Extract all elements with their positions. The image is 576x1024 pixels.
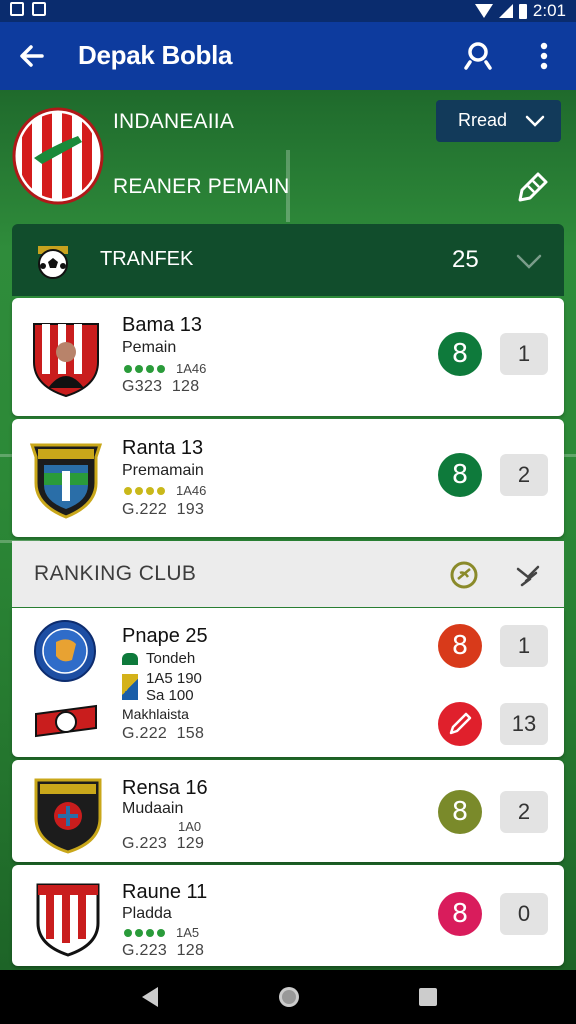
- status-bar: 2:01: [0, 0, 576, 22]
- transfer-count: 25: [452, 246, 479, 273]
- team-logo: [12, 107, 104, 205]
- player-role: Pemain: [122, 339, 177, 356]
- nav-home-icon[interactable]: [276, 984, 302, 1010]
- dropdown-label: Rread: [458, 110, 508, 130]
- team-subtitle: REANER PEMAIN: [113, 175, 290, 198]
- club-line: 1A5 190 Sa 100: [122, 670, 202, 704]
- club-meta: G.223 128: [122, 942, 205, 959]
- search-icon[interactable]: [460, 38, 496, 74]
- club-card[interactable]: Pnape 25 Tondeh 1A5 190 Sa 100 Makhlaist…: [12, 608, 564, 757]
- club-stats: 1A0: [178, 819, 202, 834]
- player-meta: G323 128: [122, 378, 200, 395]
- soccer-ball-icon: [38, 246, 68, 279]
- notification-icon: [32, 2, 46, 16]
- status-time: 2:01: [532, 1, 566, 20]
- transfer-label: TRANFEK: [100, 248, 194, 270]
- club-stats: 1A5: [124, 925, 199, 940]
- chevron-down-icon: [525, 115, 545, 127]
- club-extra: Makhlaista: [122, 706, 189, 722]
- rank-number: 0: [500, 893, 548, 935]
- transfer-section-header[interactable]: TRANFEK 25: [12, 224, 564, 296]
- wifi-icon: [474, 4, 493, 18]
- player-meta: G.222 193: [122, 501, 205, 518]
- club-name: Pnape 25: [122, 625, 208, 647]
- nav-recents-icon[interactable]: [416, 984, 440, 1010]
- system-nav-bar: [0, 970, 576, 1024]
- club-crest-icon: [33, 323, 99, 398]
- target-icon[interactable]: [448, 559, 480, 591]
- battery-icon: [518, 3, 527, 19]
- club-card[interactable]: Rensa 16 Mudaain 1A0 G.223 129 8 2: [12, 760, 564, 862]
- score-badge: 8: [438, 453, 482, 497]
- player-role: Premamain: [122, 462, 204, 479]
- pencil-icon[interactable]: [438, 702, 482, 746]
- club-line: Tondeh: [122, 650, 195, 667]
- team-name: INDANEAIIA: [113, 110, 235, 133]
- player-stats: 1A46: [124, 483, 206, 498]
- club-crest-icon: [30, 443, 102, 519]
- player-name: Bama 13: [122, 314, 203, 336]
- club-role: Mudaain: [122, 800, 184, 817]
- rank-number: 2: [500, 791, 548, 833]
- edit-icon[interactable]: [512, 168, 552, 208]
- club-banner-icon: [35, 704, 97, 738]
- chevron-down-icon[interactable]: [514, 248, 544, 274]
- app-bar: Depak Bobla: [0, 22, 576, 90]
- score-badge: 8: [438, 332, 482, 376]
- club-name: Rensa 16: [122, 777, 208, 799]
- score-badge: 8: [438, 624, 482, 668]
- club-meta: G.223 129: [122, 835, 205, 852]
- score-badge: 8: [438, 892, 482, 936]
- arrow-left-icon[interactable]: [14, 38, 50, 74]
- player-card[interactable]: Ranta 13 Premamain 1A46 G.222 193 8 2: [12, 419, 564, 537]
- signal-icon: [498, 4, 513, 18]
- nav-back-icon[interactable]: [138, 984, 162, 1010]
- notification-icon: [10, 2, 24, 16]
- rank-number: 1: [500, 333, 548, 375]
- ranking-section-header[interactable]: RANKING CLUB: [12, 541, 564, 607]
- rank-number: 13: [500, 703, 548, 745]
- rank-number: 2: [500, 454, 548, 496]
- player-stats: 1A46: [124, 361, 206, 376]
- club-role: Pladda: [122, 905, 172, 922]
- collapse-icon[interactable]: [512, 559, 544, 591]
- club-meta: G.222 158: [122, 725, 205, 742]
- club-name: Raune 11: [122, 881, 208, 903]
- club-card[interactable]: Raune 11 Pladda 1A5 G.223 128 8 0: [12, 865, 564, 966]
- more-vert-icon[interactable]: [530, 38, 558, 74]
- club-crest-icon: [34, 620, 96, 682]
- page-title: Depak Bobla: [78, 40, 233, 70]
- ranking-label: RANKING CLUB: [34, 562, 197, 585]
- player-card[interactable]: Bama 13 Pemain 1A46 G323 128 8 1: [12, 298, 564, 416]
- score-badge: 8: [438, 790, 482, 834]
- player-name: Ranta 13: [122, 437, 204, 459]
- club-crest-icon: [34, 778, 102, 854]
- club-crest-icon: [36, 883, 100, 957]
- rank-number: 1: [500, 625, 548, 667]
- filter-dropdown[interactable]: Rread: [436, 100, 561, 142]
